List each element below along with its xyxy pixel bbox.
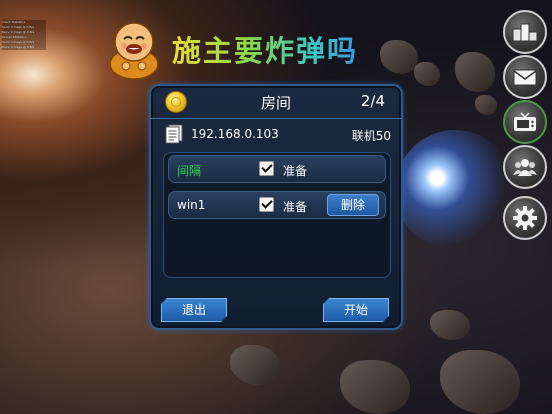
game-mode: 联机50 — [351, 129, 391, 143]
ready-checkbox[interactable] — [259, 197, 274, 212]
player-list: 间隔 准备 win1 准备 删除 — [163, 152, 391, 278]
start-button[interactable]: 开始 — [323, 298, 389, 322]
mail-button[interactable] — [503, 55, 547, 99]
people-icon — [513, 159, 537, 176]
asteroid — [440, 350, 520, 414]
player-row: 间隔 准备 — [168, 155, 386, 183]
friends-button[interactable] — [503, 145, 547, 189]
tv-button[interactable] — [503, 100, 547, 144]
game-title: 施主要炸弹吗 — [172, 28, 358, 70]
player-row: win1 准备 删除 — [168, 191, 386, 219]
envelope-icon — [513, 69, 537, 86]
leaderboard-button[interactable] — [503, 10, 547, 54]
spaceship — [395, 130, 515, 250]
asteroid — [414, 62, 440, 86]
ready-label: 准备 — [283, 164, 308, 178]
room-info: 192.168.0.103 联机50 — [165, 124, 391, 144]
asteroid — [340, 360, 410, 414]
server-ip: 192.168.0.103 — [191, 127, 279, 141]
settings-button[interactable] — [503, 196, 547, 240]
tv-icon — [514, 112, 536, 131]
document-icon — [165, 124, 183, 144]
asteroid — [380, 40, 418, 74]
podium-icon — [512, 23, 538, 42]
exit-button[interactable]: 退出 — [161, 298, 227, 322]
room-header: 房间 2/4 — [151, 86, 401, 119]
gear-icon — [513, 206, 537, 230]
delete-player-button[interactable]: 删除 — [327, 194, 379, 216]
network-stats: Client Statistics Sent: 0 msgs @ 0 B/s R… — [2, 20, 46, 50]
monk-mascot — [109, 22, 159, 80]
asteroid — [430, 310, 470, 340]
ready-checkbox[interactable] — [259, 161, 274, 176]
player-name: win1 — [177, 198, 206, 212]
ready-label: 准备 — [283, 200, 308, 214]
asteroid — [455, 52, 495, 92]
room-panel: 房间 2/4 192.168.0.103 联机50 间隔 准备 win1 准备 … — [149, 84, 403, 330]
asteroid — [475, 95, 497, 115]
asteroid — [230, 345, 280, 385]
player-count: 2/4 — [360, 92, 385, 110]
player-name: 间隔 — [177, 164, 202, 178]
